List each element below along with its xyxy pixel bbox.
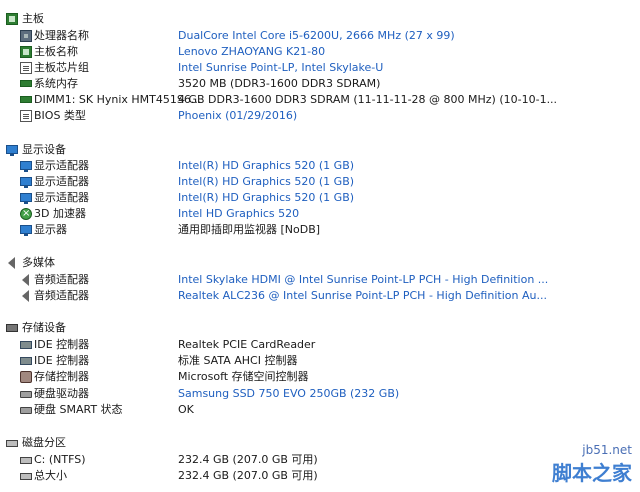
section-motherboard[interactable]: 主板 — [0, 11, 640, 27]
list-item[interactable]: 显示适配器 Intel(R) HD Graphics 520 (1 GB) — [0, 174, 640, 190]
list-item[interactable]: 显示适配器 Intel(R) HD Graphics 520 (1 GB) — [0, 158, 640, 174]
item-label: 硬盘 SMART 状态 — [34, 403, 123, 416]
section-partitions[interactable]: 磁盘分区 — [0, 435, 640, 451]
bios-icon — [20, 110, 32, 122]
item-label: C: (NTFS) — [34, 453, 86, 466]
chipset-icon — [20, 62, 32, 74]
item-value[interactable]: Intel(R) HD Graphics 520 (1 GB) — [178, 174, 354, 190]
memory-icon — [20, 96, 32, 103]
item-value[interactable]: Intel(R) HD Graphics 520 (1 GB) — [178, 158, 354, 174]
item-label: 主板名称 — [34, 45, 78, 58]
partition-icon — [6, 440, 18, 447]
list-item[interactable]: 系统内存 3520 MB (DDR3-1600 DDR3 SDRAM) — [0, 76, 640, 92]
item-value[interactable]: Phoenix (01/29/2016) — [178, 108, 297, 124]
list-item[interactable]: 硬盘驱动器 Samsung SSD 750 EVO 250GB (232 GB) — [0, 386, 640, 402]
3d-accelerator-icon — [20, 206, 32, 222]
item-label: 系统内存 — [34, 77, 78, 90]
motherboard-icon — [6, 13, 18, 25]
item-value: Realtek PCIE CardReader — [178, 338, 316, 351]
watermark: jb51.net 脚本之家 — [552, 443, 632, 486]
section-title: 存储设备 — [22, 321, 66, 334]
hard-drive-icon — [20, 391, 32, 398]
item-label: 3D 加速器 — [34, 207, 86, 220]
item-label: 总大小 — [34, 469, 67, 482]
list-item[interactable]: IDE 控制器 标准 SATA AHCI 控制器 — [0, 353, 640, 369]
item-value[interactable]: DualCore Intel Core i5-6200U, 2666 MHz (… — [178, 28, 455, 44]
list-item[interactable]: 3D 加速器 Intel HD Graphics 520 — [0, 206, 640, 222]
section-storage[interactable]: 存储设备 — [0, 320, 640, 336]
section-display[interactable]: 显示设备 — [0, 142, 640, 158]
item-label: 主板芯片组 — [34, 61, 89, 74]
motherboard-icon — [20, 46, 32, 58]
display-adapter-icon — [20, 193, 32, 204]
item-value: 4 GB DDR3-1600 DDR3 SDRAM (11-11-11-28 @… — [178, 93, 558, 106]
partition-icon — [20, 457, 32, 464]
item-label: 显示适配器 — [34, 191, 89, 204]
item-value: 标准 SATA AHCI 控制器 — [178, 354, 298, 367]
list-item[interactable]: 硬盘 SMART 状态 OK — [0, 402, 640, 418]
hard-drive-icon — [20, 407, 32, 414]
list-item[interactable]: IDE 控制器 Realtek PCIE CardReader — [0, 337, 640, 353]
list-item[interactable]: DIMM1: SK Hynix HMT451S6... 4 GB DDR3-16… — [0, 92, 640, 108]
speaker-icon — [8, 257, 15, 269]
item-value: Microsoft 存储空间控制器 — [178, 370, 309, 383]
list-item[interactable]: 主板芯片组 Intel Sunrise Point-LP, Intel Skyl… — [0, 60, 640, 76]
list-item[interactable]: 显示适配器 Intel(R) HD Graphics 520 (1 GB) — [0, 190, 640, 206]
memory-icon — [20, 80, 32, 87]
item-value[interactable]: Samsung SSD 750 EVO 250GB (232 GB) — [178, 386, 399, 402]
item-label: BIOS 类型 — [34, 109, 86, 122]
speaker-icon — [22, 274, 29, 286]
storage-icon — [6, 324, 18, 332]
item-value[interactable]: Intel Skylake HDMI @ Intel Sunrise Point… — [178, 272, 548, 288]
item-label: 存储控制器 — [34, 370, 89, 383]
list-item[interactable]: 显示器 通用即插即用监视器 [NoDB] — [0, 222, 640, 238]
item-value: OK — [178, 403, 194, 416]
item-value: 通用即插即用监视器 [NoDB] — [178, 223, 321, 236]
watermark-brand: 脚本之家 — [552, 461, 632, 485]
item-label: 硬盘驱动器 — [34, 387, 89, 400]
item-value[interactable]: Lenovo ZHAOYANG K21-80 — [178, 44, 325, 60]
item-label: 音频适配器 — [34, 289, 89, 302]
item-label: 处理器名称 — [34, 29, 89, 42]
list-item[interactable]: 总大小 232.4 GB (207.0 GB 可用) — [0, 468, 640, 484]
item-value[interactable]: Intel Sunrise Point-LP, Intel Skylake-U — [178, 60, 383, 76]
item-label: 显示适配器 — [34, 175, 89, 188]
list-item[interactable]: 音频适配器 Intel Skylake HDMI @ Intel Sunrise… — [0, 272, 640, 288]
item-value: 232.4 GB (207.0 GB 可用) — [178, 469, 318, 482]
list-item[interactable]: 处理器名称 DualCore Intel Core i5-6200U, 2666… — [0, 28, 640, 44]
item-label: IDE 控制器 — [34, 354, 90, 367]
section-title: 主板 — [22, 12, 44, 25]
ide-controller-icon — [20, 341, 32, 349]
display-adapter-icon — [20, 177, 32, 188]
watermark-site: jb51.net — [582, 443, 632, 457]
item-value: 232.4 GB (207.0 GB 可用) — [178, 453, 318, 466]
item-label: 显示适配器 — [34, 159, 89, 172]
cpu-icon — [20, 30, 32, 42]
item-label: 显示器 — [34, 223, 67, 236]
section-title: 显示设备 — [22, 143, 66, 156]
storage-controller-icon — [20, 371, 32, 383]
list-item[interactable]: C: (NTFS) 232.4 GB (207.0 GB 可用) — [0, 452, 640, 468]
item-value[interactable]: Intel(R) HD Graphics 520 (1 GB) — [178, 190, 354, 206]
list-item[interactable]: 音频适配器 Realtek ALC236 @ Intel Sunrise Poi… — [0, 288, 640, 304]
partition-icon — [20, 473, 32, 480]
list-item[interactable]: 主板名称 Lenovo ZHAOYANG K21-80 — [0, 44, 640, 60]
section-title: 多媒体 — [22, 256, 55, 269]
speaker-icon — [22, 290, 29, 302]
item-label: DIMM1: SK Hynix HMT451S6... — [34, 93, 202, 106]
item-label: IDE 控制器 — [34, 338, 90, 351]
section-multimedia[interactable]: 多媒体 — [0, 255, 640, 271]
monitor-icon — [20, 225, 32, 236]
item-value: 3520 MB (DDR3-1600 DDR3 SDRAM) — [178, 77, 381, 90]
display-adapter-icon — [20, 161, 32, 172]
ide-controller-icon — [20, 357, 32, 365]
item-label: 音频适配器 — [34, 273, 89, 286]
list-item[interactable]: 存储控制器 Microsoft 存储空间控制器 — [0, 369, 640, 385]
list-item[interactable]: BIOS 类型 Phoenix (01/29/2016) — [0, 108, 640, 124]
item-value[interactable]: Realtek ALC236 @ Intel Sunrise Point-LP … — [178, 288, 547, 304]
monitor-icon — [6, 145, 18, 156]
item-value[interactable]: Intel HD Graphics 520 — [178, 206, 299, 222]
section-title: 磁盘分区 — [22, 436, 66, 449]
